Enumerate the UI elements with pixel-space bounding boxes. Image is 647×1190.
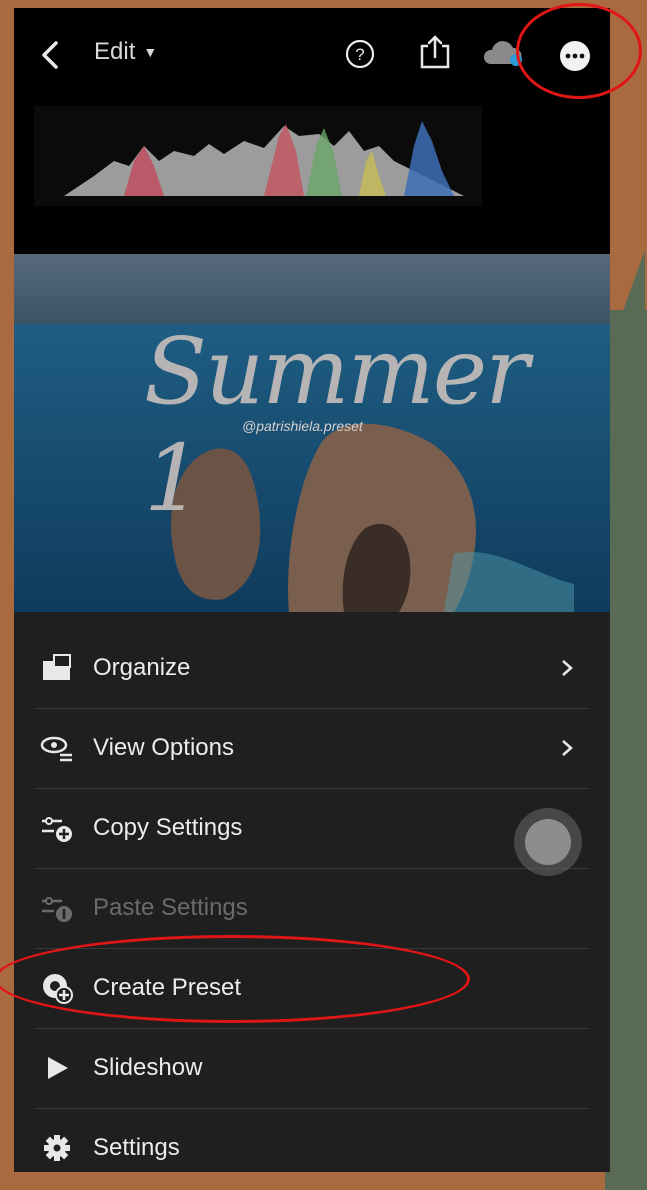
menu-item-label: Organize xyxy=(93,654,191,681)
chevron-right-icon xyxy=(562,740,573,756)
more-options-menu: Organize View Options Copy Settings Past… xyxy=(14,612,610,1172)
share-icon[interactable] xyxy=(418,34,452,70)
histogram xyxy=(34,106,482,206)
view-options-icon xyxy=(40,731,74,765)
menu-item-label: Copy Settings xyxy=(93,814,243,841)
help-icon[interactable]: ? xyxy=(344,38,376,70)
edit-label: Edit xyxy=(94,38,136,65)
annotation-circle-more-options xyxy=(516,3,642,99)
photo-handle-overlay: @patrishiela.preset xyxy=(242,418,363,434)
chevron-right-icon xyxy=(562,660,573,676)
photo-title-overlay: Summer 1 xyxy=(144,318,529,532)
copy-settings-icon xyxy=(40,811,74,845)
menu-item-label: Slideshow xyxy=(93,1054,203,1081)
paste-settings-icon xyxy=(40,891,74,925)
svg-text:?: ? xyxy=(355,45,364,64)
menu-item-settings[interactable]: Settings xyxy=(36,1108,588,1172)
menu-item-copy-settings[interactable]: Copy Settings xyxy=(36,788,588,869)
gear-icon xyxy=(40,1131,74,1165)
menu-item-slideshow[interactable]: Slideshow xyxy=(36,1028,588,1109)
floating-touch-button[interactable] xyxy=(514,808,582,876)
photo-preview[interactable]: Summer 1 @patrishiela.preset xyxy=(14,254,610,612)
menu-item-organize[interactable]: Organize xyxy=(36,628,588,709)
menu-item-view-options[interactable]: View Options xyxy=(36,708,588,789)
background-wedge xyxy=(605,250,645,360)
back-icon[interactable] xyxy=(38,40,64,70)
caret-down-icon: ▼ xyxy=(143,44,158,60)
menu-item-label: View Options xyxy=(93,734,234,761)
floating-touch-button-core xyxy=(525,819,571,865)
menu-item-label: Settings xyxy=(93,1134,180,1161)
menu-item-label: Paste Settings xyxy=(93,894,248,921)
organize-icon xyxy=(40,651,74,685)
edit-mode-dropdown[interactable]: Edit ▼ xyxy=(94,38,157,66)
annotation-ellipse-create-preset xyxy=(0,935,470,1023)
background-panel-green xyxy=(605,310,647,1190)
play-icon xyxy=(40,1051,74,1085)
